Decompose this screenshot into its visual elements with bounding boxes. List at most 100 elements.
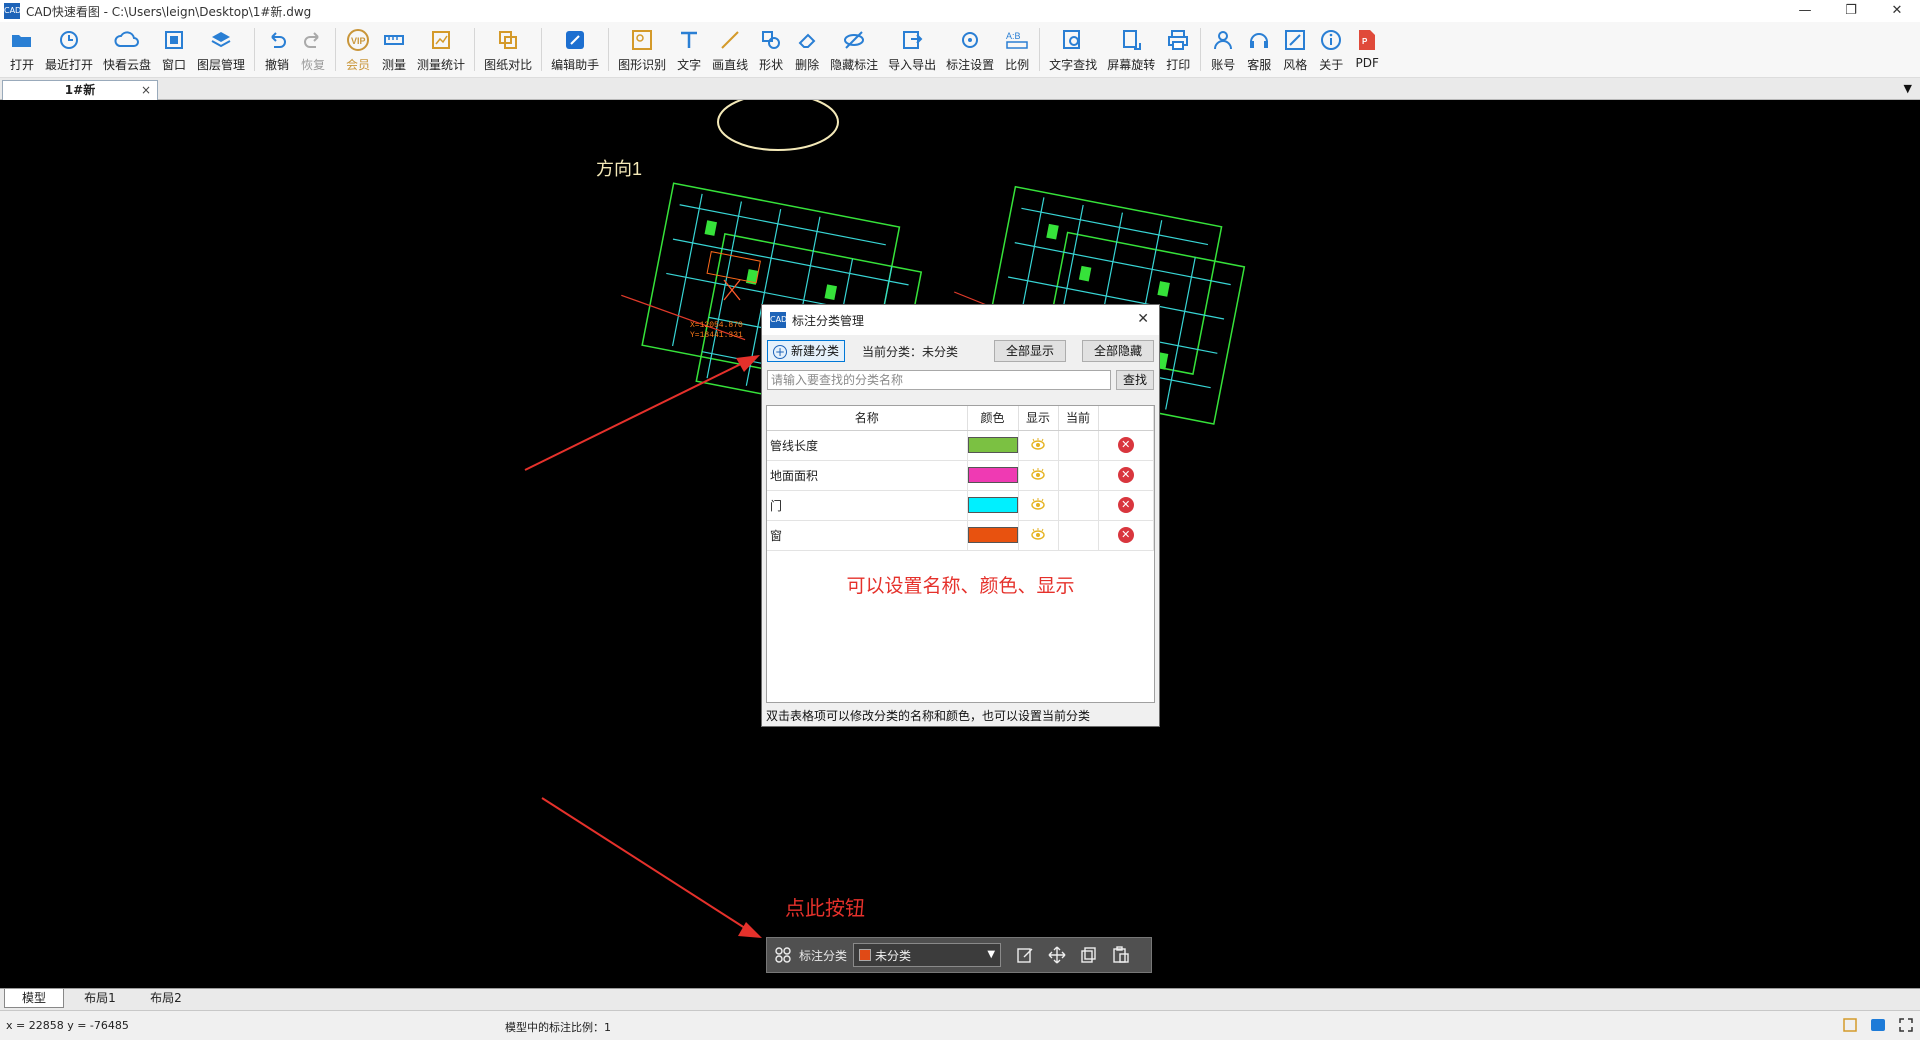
toolbar-button-shape[interactable]: 形状 [753, 22, 789, 77]
toolbar-button-vip[interactable]: VIP 会员 [340, 22, 376, 77]
edit-annotation-icon[interactable] [1015, 945, 1035, 965]
toolbar-button-shape-recognize[interactable]: 图形识别 [613, 22, 671, 77]
coordinate-toggle-icon[interactable] [1870, 1017, 1886, 1033]
toolbar-button-label: 导入导出 [888, 58, 937, 72]
hide-all-button[interactable]: 全部隐藏 [1082, 340, 1154, 362]
toolbar-button-redo[interactable]: 恢复 [295, 22, 331, 77]
toolbar-button-hide-annotation[interactable]: 隐藏标注 [825, 22, 883, 77]
toolbar-button-undo[interactable]: 撤销 [259, 22, 295, 77]
search-button[interactable]: 查找 [1116, 370, 1154, 390]
category-color-cell[interactable] [967, 520, 1019, 551]
coord-label-x: X=12054.870 [690, 321, 743, 330]
annotation-settings-icon [957, 28, 983, 52]
toolbar-button-history[interactable]: 最近打开 [40, 22, 98, 77]
toolbar-button-rotate-screen[interactable]: 屏幕旋转 [1102, 22, 1160, 77]
category-color-cell[interactable] [967, 460, 1019, 491]
table-row[interactable]: 地面面积 ✕ [767, 460, 1154, 491]
table-row[interactable]: 门 ✕ [767, 490, 1154, 521]
toolbar-button-layers[interactable]: 图层管理 [192, 22, 250, 77]
compare-icon [495, 28, 521, 52]
document-tab[interactable]: 1#新 × [2, 80, 158, 100]
category-current-cell[interactable] [1058, 490, 1099, 521]
category-current-cell[interactable] [1058, 520, 1099, 551]
delete-icon: ✕ [1117, 467, 1134, 483]
copy-icon[interactable] [1079, 945, 1099, 965]
category-delete-cell[interactable]: ✕ [1098, 490, 1154, 521]
dialog-action-row: + 新建分类 当前分类：未分类 全部显示 全部隐藏 [762, 335, 1159, 367]
toolbar-button-info[interactable]: 关于 [1313, 22, 1349, 77]
category-visible-cell[interactable] [1018, 490, 1059, 521]
table-row[interactable]: 管线长度 ✕ [767, 430, 1154, 461]
import-export-icon [899, 28, 925, 52]
toolbar-button-text[interactable]: 文字 [671, 22, 707, 77]
category-name-cell[interactable]: 窗 [767, 520, 968, 551]
toolbar-button-label: 图层管理 [197, 58, 246, 72]
style-icon [1282, 28, 1308, 52]
fullscreen-icon[interactable] [1898, 1017, 1914, 1033]
toolbar-button-style[interactable]: 风格 [1277, 22, 1313, 77]
category-name-cell[interactable]: 管线长度 [767, 430, 968, 461]
measure-stats-icon [428, 28, 454, 52]
toolbar-button-measure[interactable]: 测量 [376, 22, 412, 77]
category-visible-cell[interactable] [1018, 520, 1059, 551]
paste-icon[interactable] [1111, 945, 1131, 965]
category-delete-cell[interactable]: ✕ [1098, 520, 1154, 551]
column-header-current: 当前 [1058, 406, 1099, 431]
tab-list-dropdown-icon[interactable]: ▼ [1904, 82, 1912, 95]
minimize-button[interactable]: — [1782, 0, 1828, 22]
toolbar-button-line[interactable]: 画直线 [707, 22, 753, 77]
restore-button[interactable]: ❐ [1828, 0, 1874, 22]
category-color-cell[interactable] [967, 490, 1019, 521]
toolbar-separator [1039, 28, 1041, 71]
toolbar-button-label: 快看云盘 [103, 58, 152, 72]
toolbar-button-scale[interactable]: A:B 比例 [999, 22, 1035, 77]
toolbar-button-label: 屏幕旋转 [1107, 58, 1156, 72]
toolbar-button-compare[interactable]: 图纸对比 [479, 22, 537, 77]
toolbar-button-eraser[interactable]: 删除 [789, 22, 825, 77]
category-select[interactable]: 未分类 ▼ [853, 943, 1002, 967]
category-visible-cell[interactable] [1018, 460, 1059, 491]
category-delete-cell[interactable]: ✕ [1098, 430, 1154, 461]
notes-icon[interactable] [1842, 1017, 1858, 1033]
category-visible-cell[interactable] [1018, 430, 1059, 461]
svg-text:P: P [1362, 37, 1368, 46]
status-icons [1842, 1017, 1914, 1033]
toolbar-button-account[interactable]: 账号 [1205, 22, 1241, 77]
toolbar-button-folder-open[interactable]: 打开 [4, 22, 40, 77]
scale-icon: A:B [1004, 28, 1030, 52]
close-tab-icon[interactable]: × [141, 81, 151, 100]
dialog-close-icon[interactable]: ✕ [1137, 311, 1149, 327]
category-current-cell[interactable] [1058, 460, 1099, 491]
category-delete-cell[interactable]: ✕ [1098, 460, 1154, 491]
history-icon [56, 28, 82, 52]
move-icon[interactable] [1047, 945, 1067, 965]
category-color-cell[interactable] [967, 430, 1019, 461]
tab-layout2[interactable]: 布局2 [136, 989, 196, 1008]
toolbar-button-headset[interactable]: 客服 [1241, 22, 1277, 77]
toolbar-button-text-search[interactable]: 文字查找 [1044, 22, 1102, 77]
category-search-input[interactable] [767, 370, 1111, 390]
tab-layout1[interactable]: 布局1 [70, 989, 130, 1008]
toolbar-button-import-export[interactable]: 导入导出 [883, 22, 941, 77]
close-window-button[interactable]: ✕ [1874, 0, 1920, 22]
current-category-label: 当前分类： [862, 345, 923, 359]
column-header-color: 颜色 [967, 406, 1019, 431]
shape-icon [758, 28, 784, 52]
toolbar-button-annotation-settings[interactable]: 标注设置 [941, 22, 999, 77]
toolbar-button-edit-assistant[interactable]: 编辑助手 [546, 22, 604, 77]
toolbar-button-window[interactable]: 窗口 [156, 22, 192, 77]
app-window: CAD CAD快速看图 - C:\Users\leign\Desktop\1#新… [0, 0, 1920, 1040]
toolbar-button-measure-stats[interactable]: 测量统计 [412, 22, 470, 77]
show-all-button[interactable]: 全部显示 [994, 340, 1066, 362]
table-row[interactable]: 窗 ✕ [767, 520, 1154, 551]
category-manager-icon[interactable] [773, 945, 793, 965]
toolbar-button-cloud[interactable]: 快看云盘 [98, 22, 156, 77]
category-current-cell[interactable] [1058, 430, 1099, 461]
dialog-app-icon: CAD [770, 312, 787, 328]
toolbar-button-print[interactable]: 打印 [1160, 22, 1196, 77]
tab-model[interactable]: 模型 [4, 989, 64, 1008]
new-category-button[interactable]: + 新建分类 [767, 340, 845, 362]
category-name-cell[interactable]: 地面面积 [767, 460, 968, 491]
toolbar-button-pdf[interactable]: P PDF [1349, 22, 1385, 77]
category-name-cell[interactable]: 门 [767, 490, 968, 521]
